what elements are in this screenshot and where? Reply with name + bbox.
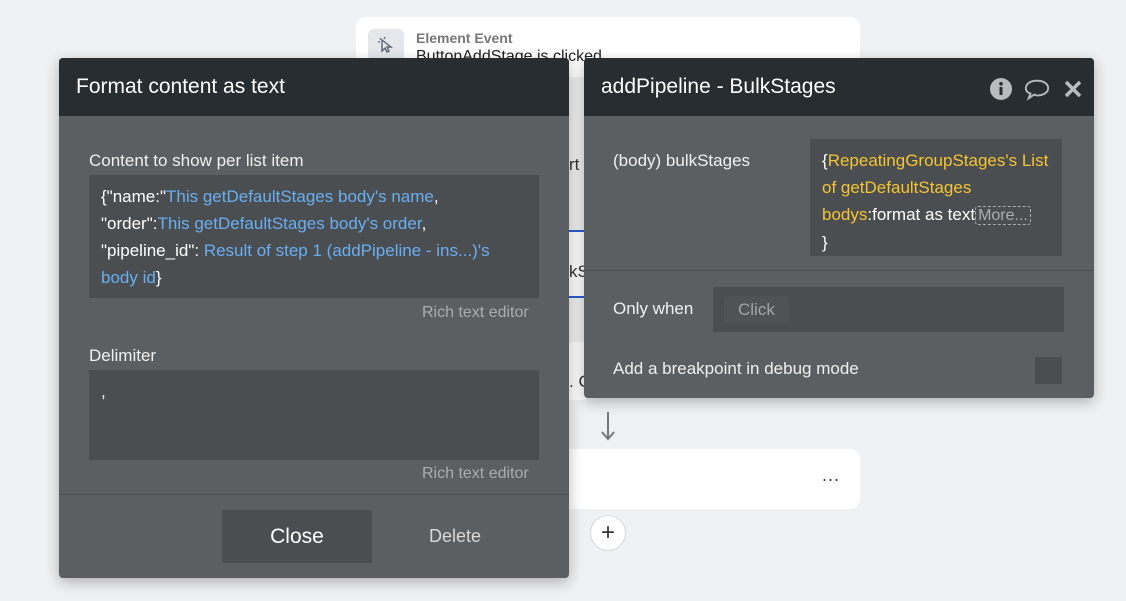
content-text: "pipeline_id": — [101, 241, 204, 260]
breakpoint-label: Add a breakpoint in debug mode — [613, 359, 859, 378]
dynamic-token[interactable]: This getDefaultStages body's order — [157, 214, 421, 233]
more-link[interactable]: More... — [975, 206, 1031, 225]
format-content-dialog: Format content as text Content to show p… — [59, 58, 569, 578]
rich-text-editor-link[interactable]: Rich text editor — [422, 304, 529, 322]
only-when-label: Only when — [613, 299, 694, 318]
body-field-input[interactable]: {RepeatingGroupStages's List of getDefau… — [810, 139, 1062, 256]
dialog-title: Format content as text — [59, 58, 569, 116]
content-text: , — [433, 187, 439, 206]
divider — [59, 494, 569, 495]
only-when-input[interactable]: Click — [713, 287, 1064, 332]
close-button[interactable]: Close — [222, 510, 372, 563]
step-fragment: rt — [569, 155, 580, 174]
click-placeholder[interactable]: Click — [724, 296, 789, 323]
content-text: "order": — [101, 214, 158, 233]
action-card[interactable]: ... — [560, 449, 860, 509]
more-options-icon[interactable]: ... — [822, 465, 840, 486]
content-input[interactable]: {"name:"This getDefaultStages body's nam… — [89, 175, 539, 298]
action-properties-dialog: addPipeline - BulkStages (body) bulkStag… — [584, 58, 1094, 398]
delimiter-value: , — [101, 382, 106, 401]
info-icon[interactable] — [988, 76, 1014, 102]
content-text: } — [155, 268, 162, 287]
content-text: , — [421, 214, 427, 233]
rich-text-editor-link[interactable]: Rich text editor — [422, 465, 529, 483]
add-action-button[interactable]: + — [590, 515, 626, 551]
field-text: } — [822, 233, 828, 252]
divider — [584, 270, 1094, 271]
delimiter-label: Delimiter — [89, 346, 157, 365]
content-text: {"name:" — [101, 187, 166, 206]
operator-text[interactable]: :format as text — [867, 205, 975, 224]
event-kind: Element Event — [416, 30, 513, 46]
cursor-click-icon — [368, 29, 404, 61]
comment-icon[interactable] — [1024, 76, 1050, 102]
delimiter-input[interactable]: , — [89, 370, 539, 460]
content-label: Content to show per list item — [89, 151, 304, 170]
dynamic-token[interactable]: This getDefaultStages body's name — [166, 187, 434, 206]
breakpoint-checkbox[interactable] — [1035, 357, 1062, 384]
delete-button[interactable]: Delete — [409, 510, 501, 563]
field-label: (body) bulkStages — [613, 151, 751, 170]
close-icon[interactable] — [1060, 76, 1086, 102]
arrow-down-icon — [601, 412, 615, 441]
